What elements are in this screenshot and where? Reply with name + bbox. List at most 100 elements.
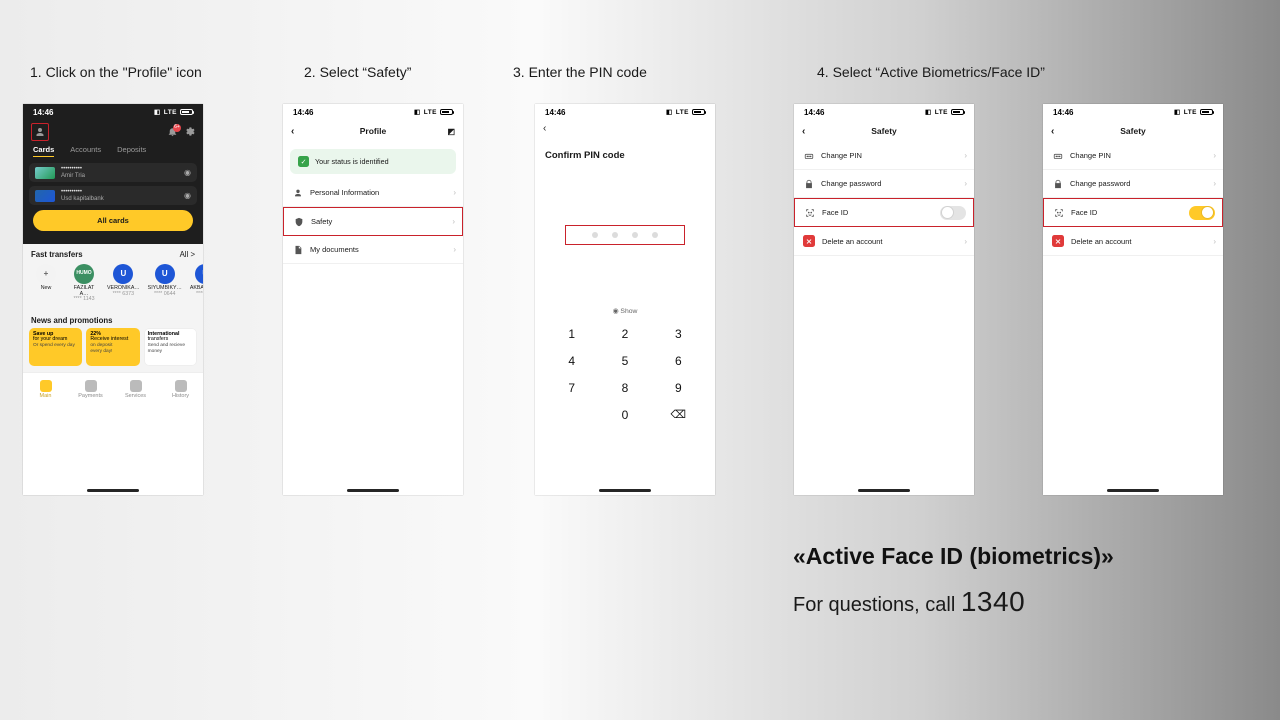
back-icon[interactable]: ‹ (291, 126, 294, 137)
step4-title: 4. Select “Active Biometrics/Face ID” (817, 64, 1045, 80)
battery-icon (180, 109, 193, 115)
key-5[interactable]: 5 (602, 354, 647, 368)
page-title: Safety (1120, 126, 1146, 136)
tabbar-item-history[interactable]: History (158, 373, 203, 406)
back-icon[interactable]: ‹ (1051, 126, 1054, 137)
phone-step4b: 14:46 ◧ LTE ‹ Safety Change PIN›Change p… (1043, 104, 1223, 495)
status-bar: 14:46 ◧ LTE (283, 104, 463, 120)
lock-icon (803, 178, 814, 189)
key-4[interactable]: 4 (549, 354, 594, 368)
footnote: «Active Face ID (biometrics)» For questi… (793, 543, 1114, 618)
key-3[interactable]: 3 (656, 327, 701, 341)
check-icon: ✓ (298, 156, 309, 167)
fast-transfers-all[interactable]: All > (180, 250, 195, 259)
eye-icon: ◉ (613, 308, 619, 315)
tabbar-item-services[interactable]: Services (113, 373, 158, 406)
gear-icon[interactable] (184, 126, 195, 139)
safety-row-change-pin[interactable]: Change PIN› (794, 142, 974, 170)
chevron-right-icon: › (964, 151, 967, 160)
safety-row-delete-an-account[interactable]: ⨯Delete an account› (1043, 227, 1223, 256)
face-icon (1053, 207, 1064, 218)
safety-row-change-password[interactable]: Change password› (794, 170, 974, 198)
page-title: Profile (360, 126, 386, 136)
signal-icon: ◧ (666, 108, 673, 116)
card-name: Usd kapitalbank (61, 196, 104, 202)
eye-icon[interactable]: ◉ (184, 168, 191, 177)
face-id-toggle[interactable] (940, 206, 966, 220)
key-7[interactable]: 7 (549, 381, 594, 395)
phone-step4a: 14:46 ◧ LTE ‹ Safety Change PIN›Change p… (794, 104, 974, 495)
promo-card[interactable]: 22%Receive intereston depositevery day! (86, 328, 139, 366)
shield-icon (293, 216, 304, 227)
tabbar-item-main[interactable]: Main (23, 373, 68, 406)
tab-deposits[interactable]: Deposits (117, 145, 146, 157)
key-backspace[interactable]: ⌫ (656, 408, 701, 422)
safety-row-change-password[interactable]: Change password› (1043, 170, 1223, 198)
key-8[interactable]: 8 (602, 381, 647, 395)
page-title: Safety (871, 126, 897, 136)
trash-icon: ⨯ (803, 235, 815, 247)
nav-action-icon[interactable]: ◩ (447, 127, 455, 136)
chevron-right-icon: › (964, 237, 967, 246)
all-cards-button[interactable]: All cards (33, 210, 193, 231)
menu-row-safety[interactable]: Safety› (283, 207, 463, 236)
step2-title: 2. Select “Safety” (304, 64, 411, 80)
fast-transfer-item[interactable]: UAKBAROV…**** 103 (190, 264, 203, 303)
pin-show-toggle[interactable]: ◉ Show (535, 307, 715, 315)
status-time: 14:46 (293, 108, 313, 117)
pin-icon (803, 150, 814, 161)
phone-number: 1340 (961, 586, 1025, 617)
key-2[interactable]: 2 (602, 327, 647, 341)
signal-icon: ◧ (154, 108, 161, 116)
status-bar: 14:46 ◧ LTE (23, 104, 203, 120)
back-icon[interactable]: ‹ (543, 123, 546, 134)
tabbar-item-payments[interactable]: Payments (68, 373, 113, 406)
battery-icon (692, 109, 705, 115)
key-9[interactable]: 9 (656, 381, 701, 395)
eye-icon[interactable]: ◉ (184, 191, 191, 200)
safety-row-face-id[interactable]: Face ID (794, 198, 974, 227)
card-logo-icon (35, 167, 55, 179)
face-id-toggle[interactable] (1189, 206, 1215, 220)
fast-transfers-head: Fast transfers (31, 250, 83, 259)
tabbar-icon (40, 380, 52, 392)
safety-row-change-pin[interactable]: Change PIN› (1043, 142, 1223, 170)
card-row[interactable]: •••••••••• Amir Tria ◉ (29, 163, 197, 182)
promo-card[interactable]: InternationaltransfersSend and recievemo… (144, 328, 197, 366)
profile-icon[interactable] (31, 123, 49, 141)
promo-card[interactable]: Save upfor your dreamOr spend every day (29, 328, 82, 366)
fast-transfer-item[interactable]: +New (31, 264, 61, 303)
menu-row-personal-information[interactable]: Personal Information› (283, 179, 463, 207)
status-time: 14:46 (545, 108, 565, 117)
key-6[interactable]: 6 (656, 354, 701, 368)
tab-cards[interactable]: Cards (33, 145, 54, 157)
chevron-right-icon: › (453, 188, 456, 197)
card-row[interactable]: •••••••••• Usd kapitalbank ◉ (29, 186, 197, 205)
signal-icon: ◧ (414, 108, 421, 116)
bell-badge: 6+ (173, 124, 181, 132)
trash-icon: ⨯ (1052, 235, 1064, 247)
signal-icon: ◧ (1174, 108, 1181, 116)
signal-icon: ◧ (925, 108, 932, 116)
person-icon (292, 187, 303, 198)
pin-heading: Confirm PIN code (535, 142, 715, 161)
safety-row-delete-an-account[interactable]: ⨯Delete an account› (794, 227, 974, 256)
fast-transfer-item[interactable]: HUMOFAZILAT A…**** 1143 (69, 264, 99, 303)
phone-step3: 14:46 ◧ LTE ‹ Confirm PIN code ◉ Show 12… (535, 104, 715, 495)
avatar-circle: U (195, 264, 203, 284)
battery-icon (1200, 109, 1213, 115)
menu-row-my-documents[interactable]: My documents› (283, 236, 463, 264)
safety-row-face-id[interactable]: Face ID (1043, 198, 1223, 227)
tab-accounts[interactable]: Accounts (70, 145, 101, 157)
face-icon (804, 207, 815, 218)
status-bar: 14:46 ◧ LTE (794, 104, 974, 120)
key-1[interactable]: 1 (549, 327, 594, 341)
back-icon[interactable]: ‹ (802, 126, 805, 137)
network-label: LTE (935, 109, 948, 116)
fast-transfer-item[interactable]: UVERONIKA…**** 6373 (107, 264, 140, 303)
key-0[interactable]: 0 (602, 408, 647, 422)
news-head: News and promotions (31, 316, 112, 325)
bell-icon[interactable]: 6+ (167, 126, 178, 139)
fast-transfer-item[interactable]: USIYUMBIKY…**** 0644 (148, 264, 182, 303)
avatar-circle: + (36, 264, 56, 284)
